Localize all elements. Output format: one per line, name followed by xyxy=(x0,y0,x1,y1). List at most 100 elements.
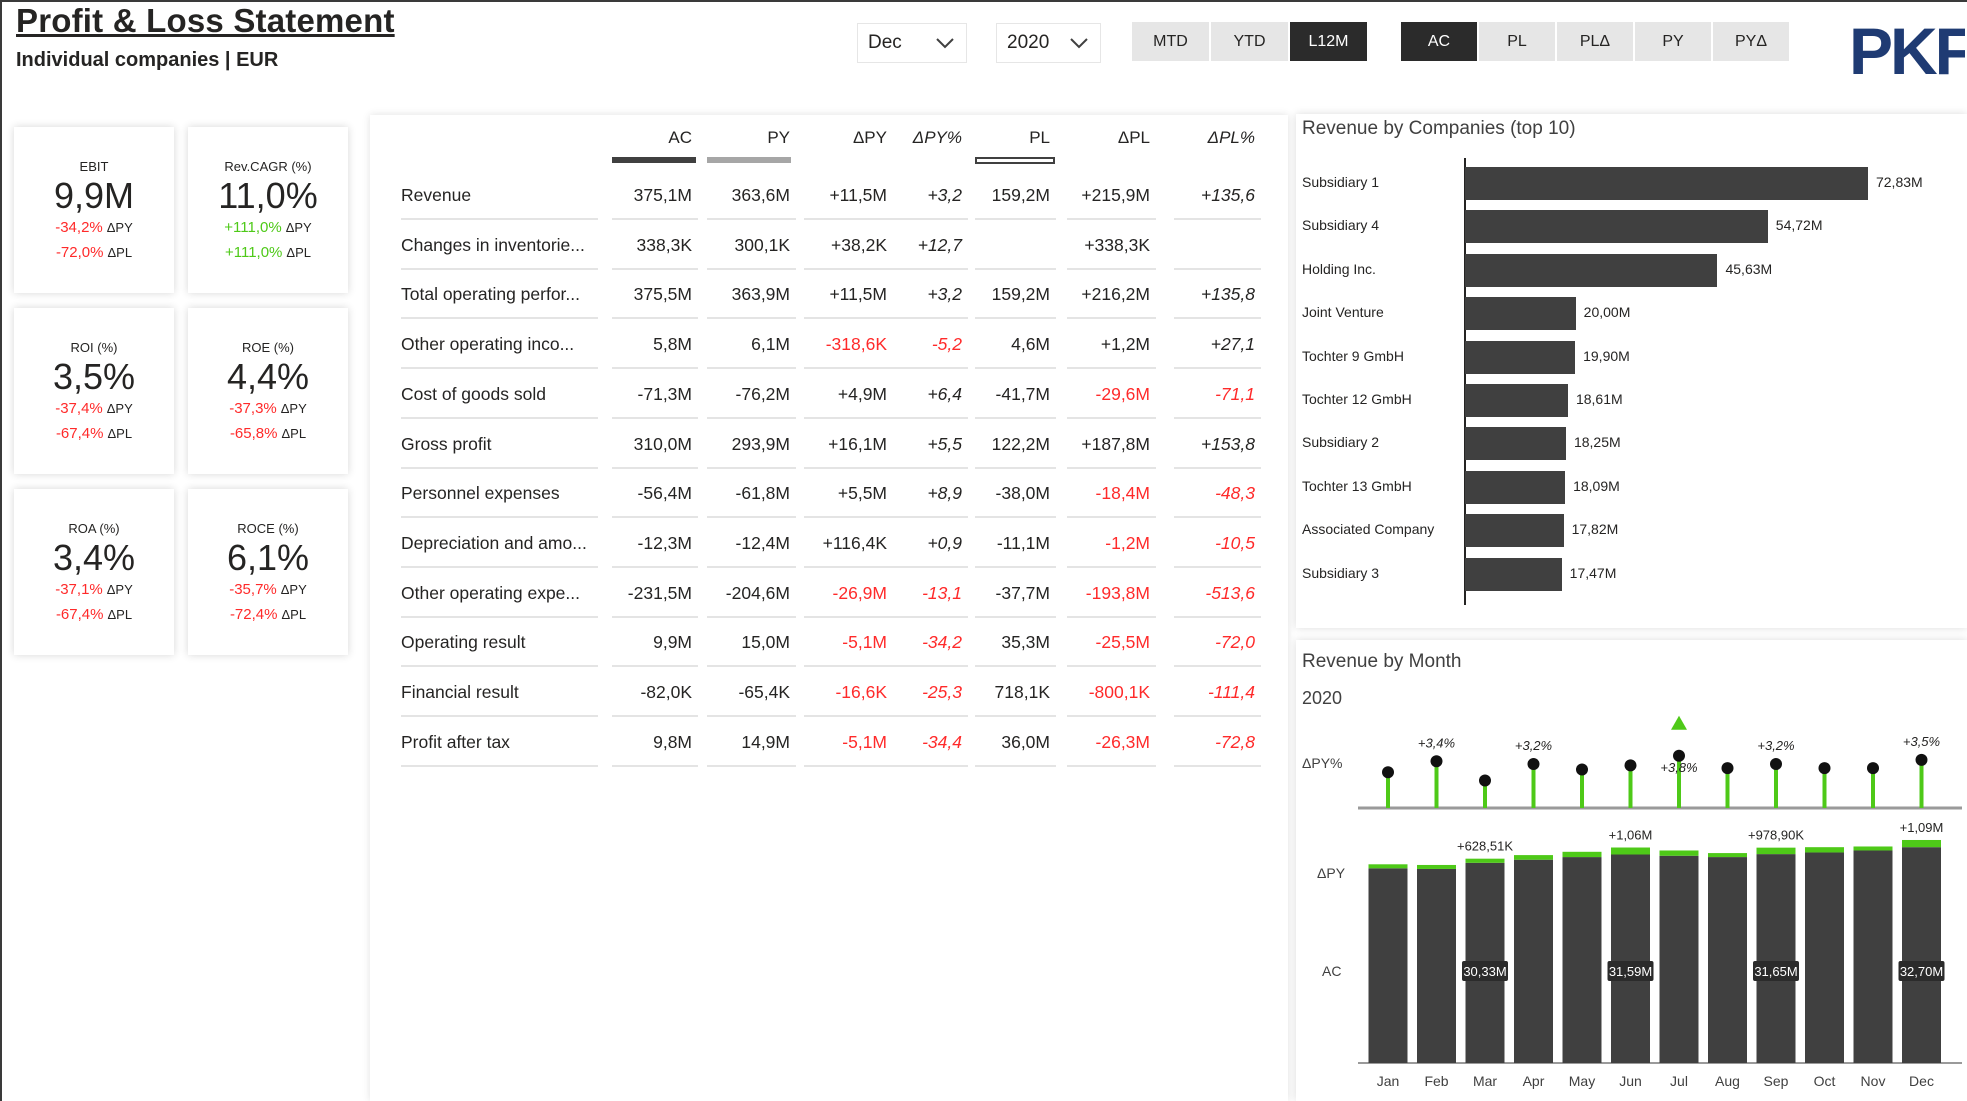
cell-delta-pl: +187,8M xyxy=(1081,433,1150,454)
scenario-toggle: AC PL PLΔ PY PYΔ xyxy=(1401,22,1789,61)
company-value-label: 17,82M xyxy=(1571,521,1619,538)
cell-py: 15,0M xyxy=(741,632,790,653)
company-label: Associated Company xyxy=(1302,521,1435,538)
column-header-py: PY xyxy=(767,128,790,147)
cell-delta-py-pct: +3,2 xyxy=(927,284,962,305)
cell-delta-pl-pct xyxy=(1174,220,1255,270)
company-value-label: 72,83M xyxy=(1875,174,1923,190)
cell-delta-py-pct: -13,1 xyxy=(922,582,962,603)
cell-delta-py-pct: +12,7 xyxy=(917,234,962,255)
company-label: Tochter 13 GmbH xyxy=(1302,477,1412,494)
cell-delta-pl-pct: -71,1 xyxy=(1215,383,1255,404)
scenario-button-ac[interactable]: AC xyxy=(1401,22,1477,61)
table-row: Changes in inventorie... 338,3K 300,1K +38,… xyxy=(0,220,1261,270)
ac-value-label: 30,33M xyxy=(1463,964,1506,979)
cell-delta-py: +38,2K xyxy=(831,234,887,255)
row-divider xyxy=(1067,764,1156,767)
cell-py: 14,9M xyxy=(741,731,790,752)
company-bar[interactable] xyxy=(1465,210,1768,244)
row-label: Financial result xyxy=(401,682,519,702)
delta-py-cap xyxy=(1611,847,1650,855)
cell-delta-py: -5,1M xyxy=(842,632,887,653)
scenario-button-py-delta[interactable]: PYΔ xyxy=(1713,22,1789,61)
month-chart: Jan +3,4% Feb +628,51K 30,33M Mar +3,2% Apr May +… xyxy=(1358,715,1962,1089)
month-chart-ac-label: AC xyxy=(1322,963,1342,979)
month-label: Nov xyxy=(1861,1073,1886,1089)
cell-delta-py: +5,5M xyxy=(837,483,887,504)
scenario-button-pl-delta[interactable]: PLΔ xyxy=(1557,22,1633,61)
cell-delta-py-pct: -34,4 xyxy=(922,731,962,752)
delta-py-cap xyxy=(1368,864,1408,869)
pct-lollipop-dot xyxy=(1721,762,1734,775)
delta-py-cap xyxy=(1659,850,1699,856)
column-header-ac: AC xyxy=(668,128,692,147)
row-label: Other operating inco... xyxy=(401,334,575,355)
pct-lollipop-dot xyxy=(1624,759,1637,772)
delta-py-cap xyxy=(1465,858,1505,863)
cell-delta-py: -5,1M xyxy=(842,731,887,752)
page-title: Profit & Loss Statement xyxy=(16,2,395,39)
company-bar[interactable] xyxy=(1465,253,1718,287)
row-label: Cost of goods sold xyxy=(401,383,546,404)
company-bar[interactable] xyxy=(1465,514,1564,548)
company-bar[interactable] xyxy=(1465,557,1562,591)
row-label: Gross profit xyxy=(401,433,492,454)
scenario-button-pl[interactable]: PL xyxy=(1479,22,1555,61)
cell-delta-pl-pct: -513,6 xyxy=(1205,582,1255,603)
pkf-logo: PKF xyxy=(1849,18,1965,82)
company-bar[interactable] xyxy=(1465,470,1566,504)
cell-delta-pl: -25,5M xyxy=(1095,632,1150,653)
table-row: Other operating expe... -231,5M -204,6M -26… xyxy=(0,568,1261,618)
month-chart-pct-label: ΔPY% xyxy=(1302,755,1343,771)
cell-delta-pl: -193,8M xyxy=(1085,582,1150,603)
column-header-pl: PL xyxy=(1029,128,1050,147)
table-row: Other operating inco... 5,8M 6,1M -318,6K -5… xyxy=(0,319,1261,370)
cell-delta-py-pct: +3,2 xyxy=(927,185,962,205)
row-label: Total operating perfor... xyxy=(401,284,580,305)
cell-ac: 375,5M xyxy=(633,284,692,305)
year-dropdown[interactable]: 2020 xyxy=(996,23,1101,63)
ac-bar xyxy=(1514,859,1553,1063)
cell-delta-py-pct: +6,4 xyxy=(927,383,962,404)
company-bar[interactable] xyxy=(1465,340,1576,374)
cell-delta-py-pct: -5,2 xyxy=(931,334,962,355)
month-label: Jun xyxy=(1619,1073,1642,1089)
period-button-ytd[interactable]: YTD xyxy=(1211,22,1288,61)
ac-bar xyxy=(1902,847,1941,1063)
company-bar[interactable] xyxy=(1465,384,1568,417)
column-header-delta-pl-pct: ΔPL% xyxy=(1207,128,1255,147)
table-row: Total operating perfor... 375,5M 363,9M +11… xyxy=(0,269,1261,320)
month-dropdown-value: Dec xyxy=(868,32,902,53)
ac-bar xyxy=(1756,854,1796,1063)
cell-delta-pl: -18,4M xyxy=(1095,483,1150,504)
row-label: Revenue xyxy=(401,185,472,205)
cell-delta-pl: -26,3M xyxy=(1095,731,1150,752)
scenario-button-py[interactable]: PY xyxy=(1635,22,1711,61)
company-label: Subsidiary 1 xyxy=(1302,174,1380,190)
company-value-label: 20,00M xyxy=(1583,304,1631,321)
ac-bar xyxy=(1611,854,1650,1063)
cell-delta-pl: -800,1K xyxy=(1088,682,1150,702)
table-row: Personnel expenses -56,4M -61,8M +5,5M +8,9 -… xyxy=(0,468,1261,519)
cell-pl: -37,7M xyxy=(995,582,1050,603)
cell-py: -12,4M xyxy=(735,532,790,553)
month-label: Dec xyxy=(1909,1073,1934,1089)
column-header-marker xyxy=(707,157,791,163)
cell-delta-py-pct: +0,9 xyxy=(927,532,962,553)
company-bar[interactable] xyxy=(1465,427,1566,461)
cell-py: 6,1M xyxy=(751,334,790,355)
cell-pl: 159,2M xyxy=(991,284,1050,305)
row-label: Personnel expenses xyxy=(401,483,560,504)
cell-ac: -231,5M xyxy=(627,582,692,603)
cell-py: -61,8M xyxy=(735,483,790,504)
company-bar[interactable] xyxy=(1465,297,1576,331)
period-button-mtd[interactable]: MTD xyxy=(1132,22,1209,61)
pct-lollipop-dot xyxy=(1576,763,1588,776)
period-button-l12m[interactable]: L12M xyxy=(1290,22,1367,61)
column-header-delta-pl: ΔPL xyxy=(1117,128,1150,147)
cell-delta-pl: +216,2M xyxy=(1081,284,1150,305)
cell-delta-py-pct: -34,2 xyxy=(922,632,962,653)
pct-lollipop-dot xyxy=(1770,758,1782,770)
company-bar[interactable] xyxy=(1465,167,1868,200)
month-dropdown[interactable]: Dec xyxy=(857,23,967,63)
